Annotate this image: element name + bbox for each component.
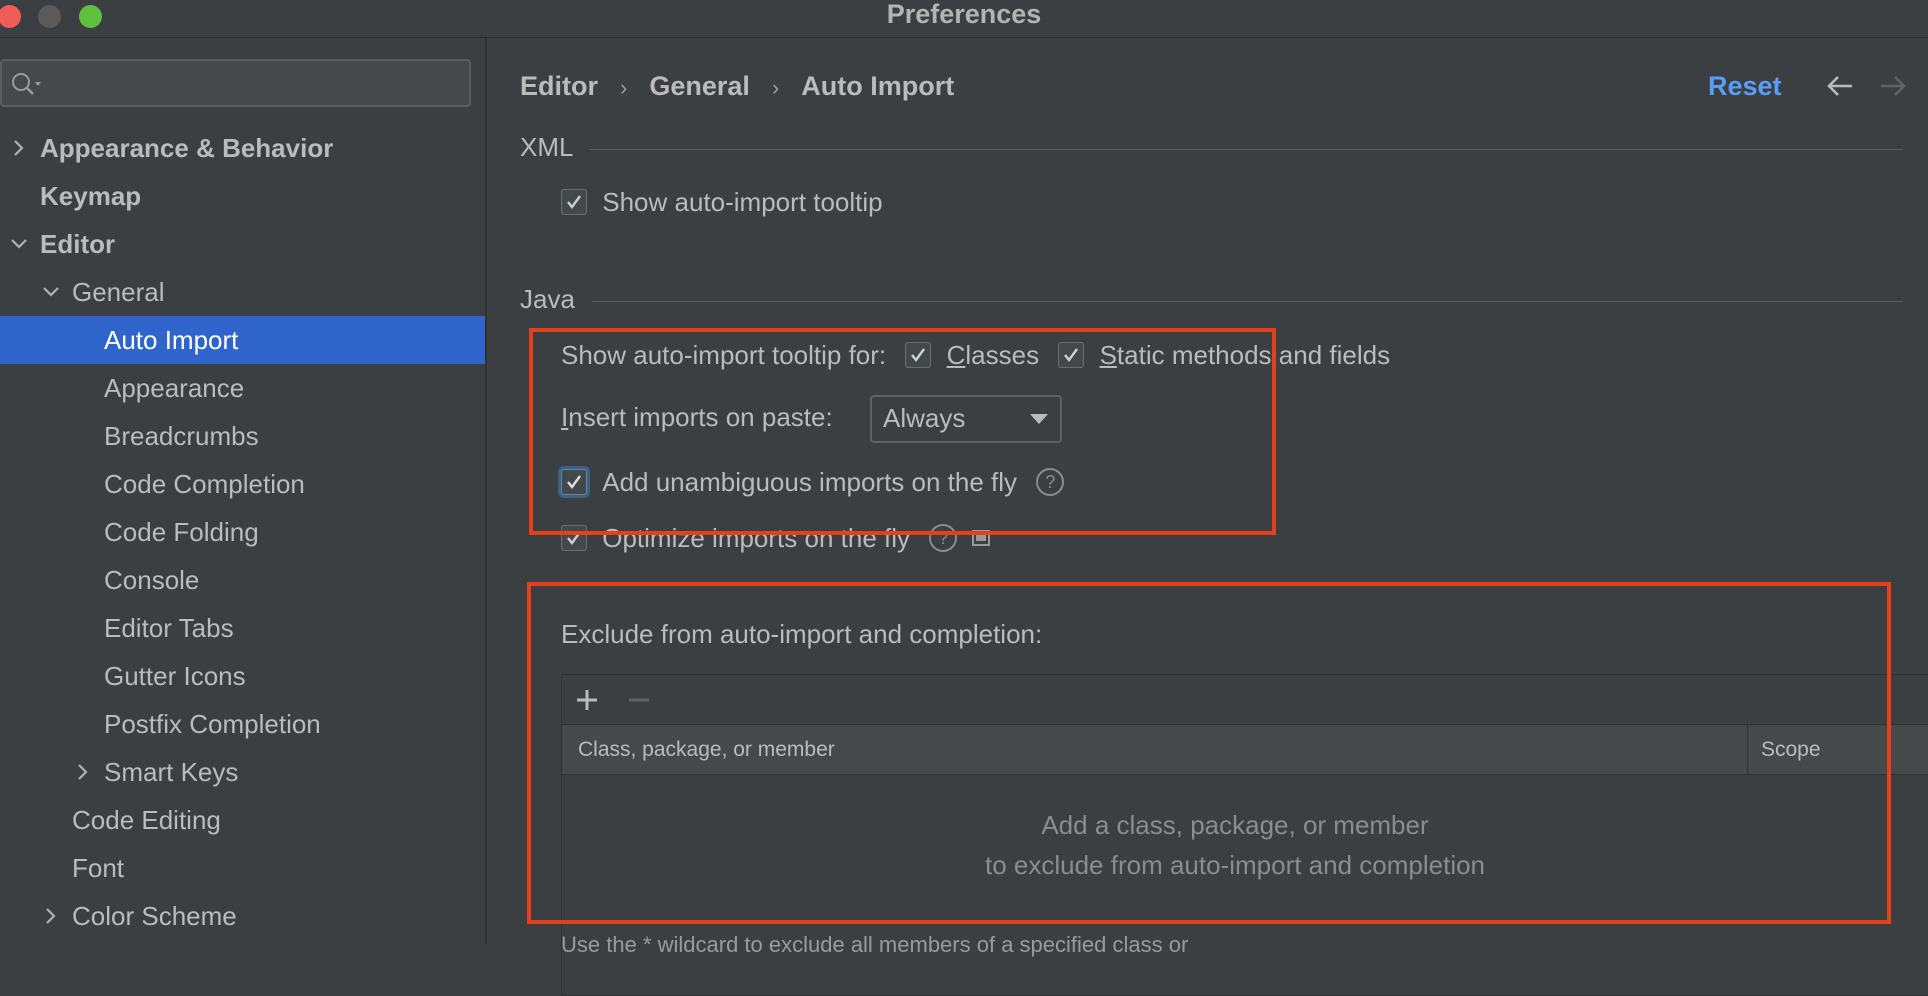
- sidebar-item-general[interactable]: General: [0, 268, 485, 316]
- xml-section-title: XML: [520, 132, 574, 162]
- sidebar-item-gutter-icons[interactable]: Gutter Icons: [0, 652, 485, 700]
- sidebar-item-label: Gutter Icons: [104, 661, 246, 691]
- settings-search-field[interactable]: [0, 59, 471, 107]
- sidebar-item-appearance[interactable]: Appearance: [0, 364, 485, 412]
- title-bar: Preferences: [0, 0, 1928, 38]
- breadcrumb-separator-icon: ›: [771, 75, 780, 100]
- sidebar-item-breadcrumbs[interactable]: Breadcrumbs: [0, 412, 485, 460]
- sidebar-item-font[interactable]: Font: [0, 844, 485, 892]
- annotation-box: [529, 328, 1276, 535]
- sidebar-item-code-completion[interactable]: Code Completion: [0, 460, 485, 508]
- sidebar-item-label: Color Scheme: [72, 901, 237, 931]
- sidebar-item-label: Code Folding: [104, 517, 259, 547]
- annotation-box: [527, 582, 1891, 924]
- search-icon: [12, 73, 41, 95]
- sidebar-item-label: Appearance: [104, 373, 245, 403]
- window-title: Preferences: [886, 0, 1042, 29]
- breadcrumb-item[interactable]: General: [649, 71, 750, 101]
- xml-show-tooltip-row[interactable]: Show auto-import tooltip: [561, 184, 883, 220]
- sidebar-item-label: Smart Keys: [104, 757, 239, 787]
- sidebar-item-label: Code Editing: [72, 805, 221, 835]
- sidebar-item-label: Breadcrumbs: [104, 421, 259, 451]
- forward-arrow-icon[interactable]: [1877, 70, 1909, 102]
- reset-link[interactable]: Reset: [1708, 66, 1782, 106]
- sidebar-item-label: Editor: [40, 229, 116, 259]
- chevron-down-icon[interactable]: [40, 268, 62, 316]
- sidebar-item-smart-keys[interactable]: Smart Keys: [0, 748, 485, 796]
- sidebar-item-editor-tabs[interactable]: Editor Tabs: [0, 604, 485, 652]
- section-divider: [589, 149, 1903, 150]
- sidebar-item-keymap[interactable]: Keymap: [0, 172, 485, 220]
- chevron-right-icon[interactable]: [40, 892, 62, 940]
- chevron-right-icon[interactable]: [8, 124, 30, 172]
- sidebar-item-code-folding[interactable]: Code Folding: [0, 508, 485, 556]
- sidebar-item-label: Keymap: [40, 181, 142, 211]
- xml-show-tooltip-checkbox[interactable]: [561, 189, 587, 216]
- sidebar-item-label: Console: [104, 565, 200, 595]
- settings-search-input[interactable]: [50, 65, 454, 101]
- xml-show-tooltip-label: Show auto-import tooltip: [602, 187, 883, 217]
- breadcrumb-item: Auto Import: [801, 71, 955, 101]
- sidebar-item-console[interactable]: Console: [0, 556, 485, 604]
- java-section-title: Java: [520, 284, 575, 314]
- sidebar-item-code-editing[interactable]: Code Editing: [0, 796, 485, 844]
- sidebar-item-label: General: [72, 277, 165, 307]
- settings-sidebar: Appearance & Behavior Keymap Editor Gene…: [0, 38, 487, 944]
- sidebar-item-label: Postfix Completion: [104, 709, 321, 739]
- back-arrow-icon[interactable]: [1824, 70, 1856, 102]
- sidebar-item-label: Editor Tabs: [104, 613, 234, 643]
- sidebar-item-label: Code Completion: [104, 469, 305, 499]
- sidebar-item-label: Appearance & Behavior: [40, 133, 334, 163]
- chevron-down-icon[interactable]: [8, 220, 30, 268]
- chevron-right-icon[interactable]: [72, 748, 94, 796]
- breadcrumb: Editor › General › Auto Import: [520, 66, 954, 106]
- settings-content: Editor › General › Auto Import Reset XML Sho…: [487, 38, 1928, 996]
- section-divider: [592, 301, 1903, 302]
- sidebar-item-color-scheme[interactable]: Color Scheme: [0, 892, 485, 940]
- sidebar-item-appearance-behavior[interactable]: Appearance & Behavior: [0, 124, 485, 172]
- sidebar-item-postfix-completion[interactable]: Postfix Completion: [0, 700, 485, 748]
- wildcard-hint: Use the * wildcard to exclude all member…: [561, 932, 1189, 957]
- sidebar-item-label: Font: [72, 853, 125, 883]
- sidebar-item-editor[interactable]: Editor: [0, 220, 485, 268]
- sidebar-item-auto-import[interactable]: Auto Import: [0, 316, 485, 364]
- breadcrumb-separator-icon: ›: [620, 75, 628, 100]
- sidebar-item-label: Auto Import: [104, 325, 239, 355]
- breadcrumb-item[interactable]: Editor: [520, 71, 598, 101]
- checkmark-icon: [567, 195, 581, 210]
